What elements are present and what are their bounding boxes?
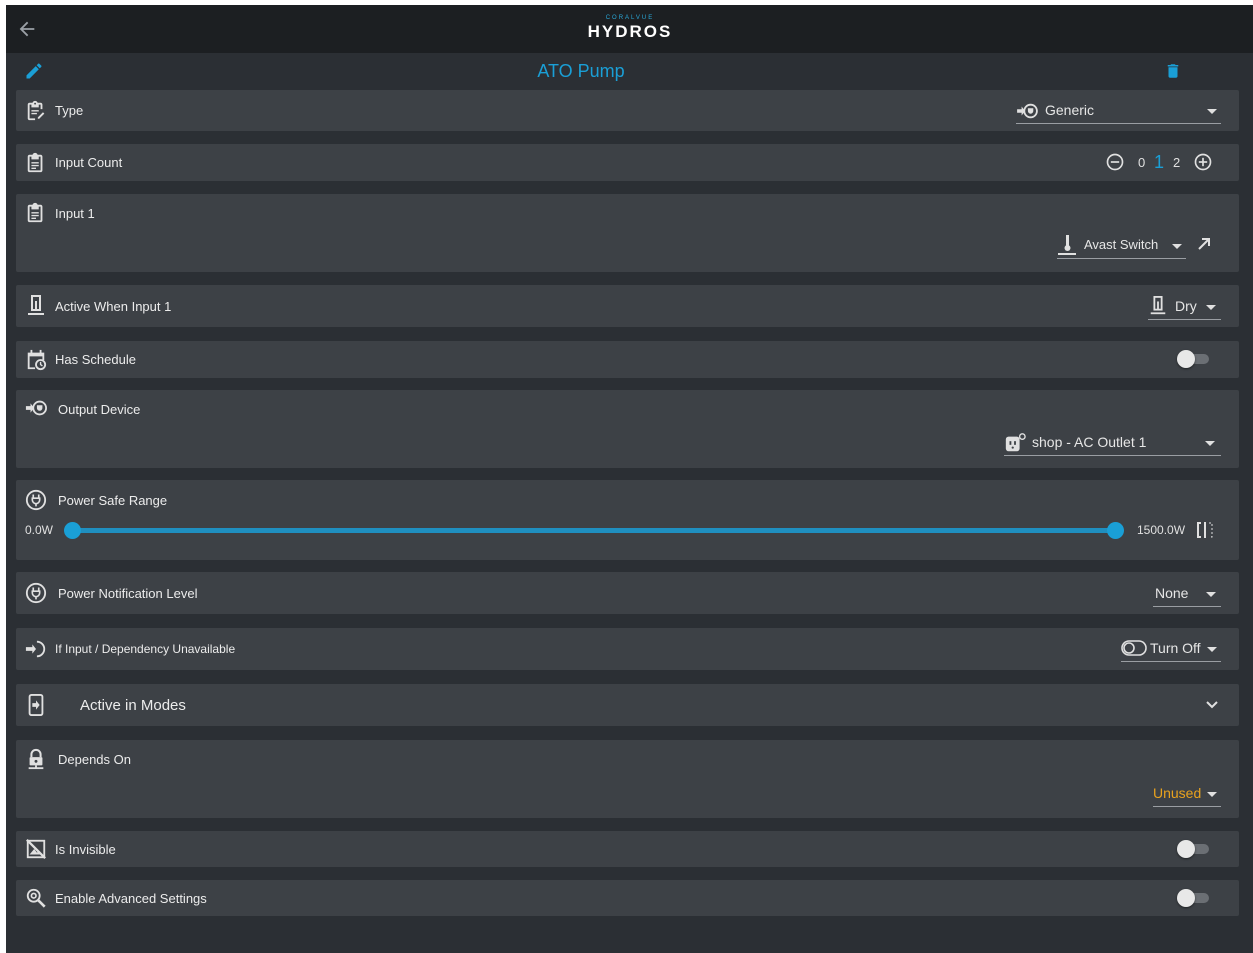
active-when-value: Dry — [1175, 298, 1197, 314]
power-plug-arrow-icon — [25, 398, 47, 420]
top-bar: CORALVUE HYDROS — [6, 5, 1253, 53]
water-level-icon — [1150, 296, 1166, 315]
power-notification-value: None — [1155, 585, 1189, 601]
active-when-dropdown[interactable]: Dry — [1148, 294, 1221, 320]
active-in-modes-row[interactable]: Active in Modes — [16, 684, 1239, 726]
power-plug-circle-icon — [25, 582, 47, 604]
if-unavailable-label: If Input / Dependency Unavailable — [55, 642, 236, 656]
has-schedule-label: Has Schedule — [55, 352, 136, 367]
is-invisible-toggle[interactable] — [1177, 840, 1211, 858]
if-unavailable-row: If Input / Dependency Unavailable Turn O… — [16, 628, 1239, 670]
input-count-label: Input Count — [55, 155, 123, 170]
depends-on-dropdown[interactable]: Unused — [1153, 781, 1221, 807]
float-switch-icon — [1058, 235, 1076, 255]
increment-icon[interactable] — [1193, 152, 1213, 172]
decrement-icon[interactable] — [1105, 152, 1125, 172]
logo-subtitle: CORALVUE — [605, 15, 655, 21]
power-safe-range-row: Power Safe Range 0.0W 1500.0W — [16, 480, 1239, 560]
chevron-down-icon — [1207, 109, 1217, 114]
has-schedule-row: Has Schedule — [16, 341, 1239, 378]
input1-row: Input 1 Avast Switch — [16, 194, 1239, 272]
count-option-2[interactable]: 2 — [1173, 155, 1180, 170]
if-unavailable-dropdown[interactable]: Turn Off — [1121, 636, 1221, 662]
clipboard-list-icon — [25, 202, 47, 224]
type-value: Generic — [1045, 102, 1095, 118]
toggle-knob — [1177, 350, 1195, 368]
range-low-thumb[interactable] — [63, 522, 81, 539]
active-in-modes-label: Active in Modes — [80, 697, 186, 714]
calendar-clock-icon — [25, 349, 47, 371]
type-label: Type — [55, 103, 84, 118]
trash-icon[interactable] — [1164, 61, 1182, 81]
outlet-icon — [1005, 433, 1026, 452]
power-plug-circle-icon — [25, 489, 47, 511]
title-bar: ATO Pump — [6, 53, 1253, 91]
tablet-login-icon — [25, 694, 47, 716]
is-invisible-row: Is Invisible — [16, 831, 1239, 867]
input1-label: Input 1 — [55, 206, 95, 221]
arrow-right-circle-icon — [25, 638, 47, 660]
power-notification-dropdown[interactable]: None — [1153, 581, 1221, 607]
input1-value: Avast Switch — [1084, 237, 1159, 252]
clipboard-edit-icon — [25, 100, 47, 122]
depends-on-value: Unused — [1153, 785, 1202, 801]
depends-on-label: Depends On — [58, 752, 131, 767]
power-safe-range-label: Power Safe Range — [58, 493, 168, 508]
range-expand-icon[interactable] — [1195, 521, 1215, 539]
back-arrow-icon[interactable] — [16, 18, 38, 40]
output-device-label: Output Device — [58, 402, 141, 417]
chevron-down-icon — [1205, 441, 1215, 446]
toggle-knob — [1177, 889, 1195, 907]
power-notification-label: Power Notification Level — [58, 586, 198, 601]
chevron-down-icon — [1172, 244, 1182, 249]
if-unavailable-value: Turn Off — [1150, 640, 1201, 656]
chevron-down-icon — [1206, 592, 1216, 597]
output-device-dropdown[interactable]: shop - AC Outlet 1 — [1004, 430, 1221, 456]
power-range-track[interactable] — [72, 528, 1115, 533]
water-level-icon — [25, 295, 47, 317]
active-when-row: Active When Input 1 Dry — [16, 285, 1239, 327]
advanced-settings-label: Enable Advanced Settings — [55, 891, 207, 906]
output-device-row: Output Device shop - AC Outlet 1 — [16, 390, 1239, 468]
input-count-row: Input Count 0 1 2 — [16, 144, 1239, 181]
power-notification-row: Power Notification Level None — [16, 572, 1239, 614]
active-when-label: Active When Input 1 — [55, 299, 172, 314]
lock-icon — [25, 748, 47, 770]
clipboard-list-icon — [25, 152, 47, 174]
input1-dropdown[interactable]: Avast Switch — [1057, 233, 1186, 259]
count-option-0[interactable]: 0 — [1138, 155, 1145, 170]
output-device-value: shop - AC Outlet 1 — [1032, 434, 1147, 450]
logo-title: HYDROS — [587, 22, 673, 41]
has-schedule-toggle[interactable] — [1177, 350, 1211, 368]
depends-on-row: Depends On Unused — [16, 740, 1239, 818]
advanced-settings-toggle[interactable] — [1177, 889, 1211, 907]
is-invisible-label: Is Invisible — [55, 842, 116, 857]
chevron-down-icon — [1206, 305, 1216, 310]
open-external-icon[interactable] — [1196, 236, 1212, 252]
chevron-down-icon — [1207, 792, 1217, 797]
hydros-logo: CORALVUE HYDROS — [580, 14, 680, 46]
chevron-down-icon[interactable] — [1205, 698, 1219, 712]
toggle-off-icon — [1121, 640, 1147, 656]
zoom-cog-icon — [25, 887, 47, 909]
count-option-1[interactable]: 1 — [1154, 152, 1164, 173]
range-min-label: 0.0W — [25, 523, 54, 537]
toggle-knob — [1177, 840, 1195, 858]
advanced-settings-row: Enable Advanced Settings — [16, 880, 1239, 916]
page-title: ATO Pump — [537, 61, 625, 81]
power-plug-arrow-icon — [1017, 103, 1038, 119]
app-container: CORALVUE HYDROS ATO Pump Type Generic In… — [6, 5, 1253, 953]
range-high-thumb[interactable] — [1106, 522, 1124, 539]
type-row: Type Generic — [16, 90, 1239, 131]
image-off-icon — [25, 838, 47, 860]
range-max-label: 1500.0W — [1137, 523, 1186, 537]
chevron-down-icon — [1207, 647, 1217, 652]
type-dropdown[interactable]: Generic — [1016, 98, 1221, 124]
